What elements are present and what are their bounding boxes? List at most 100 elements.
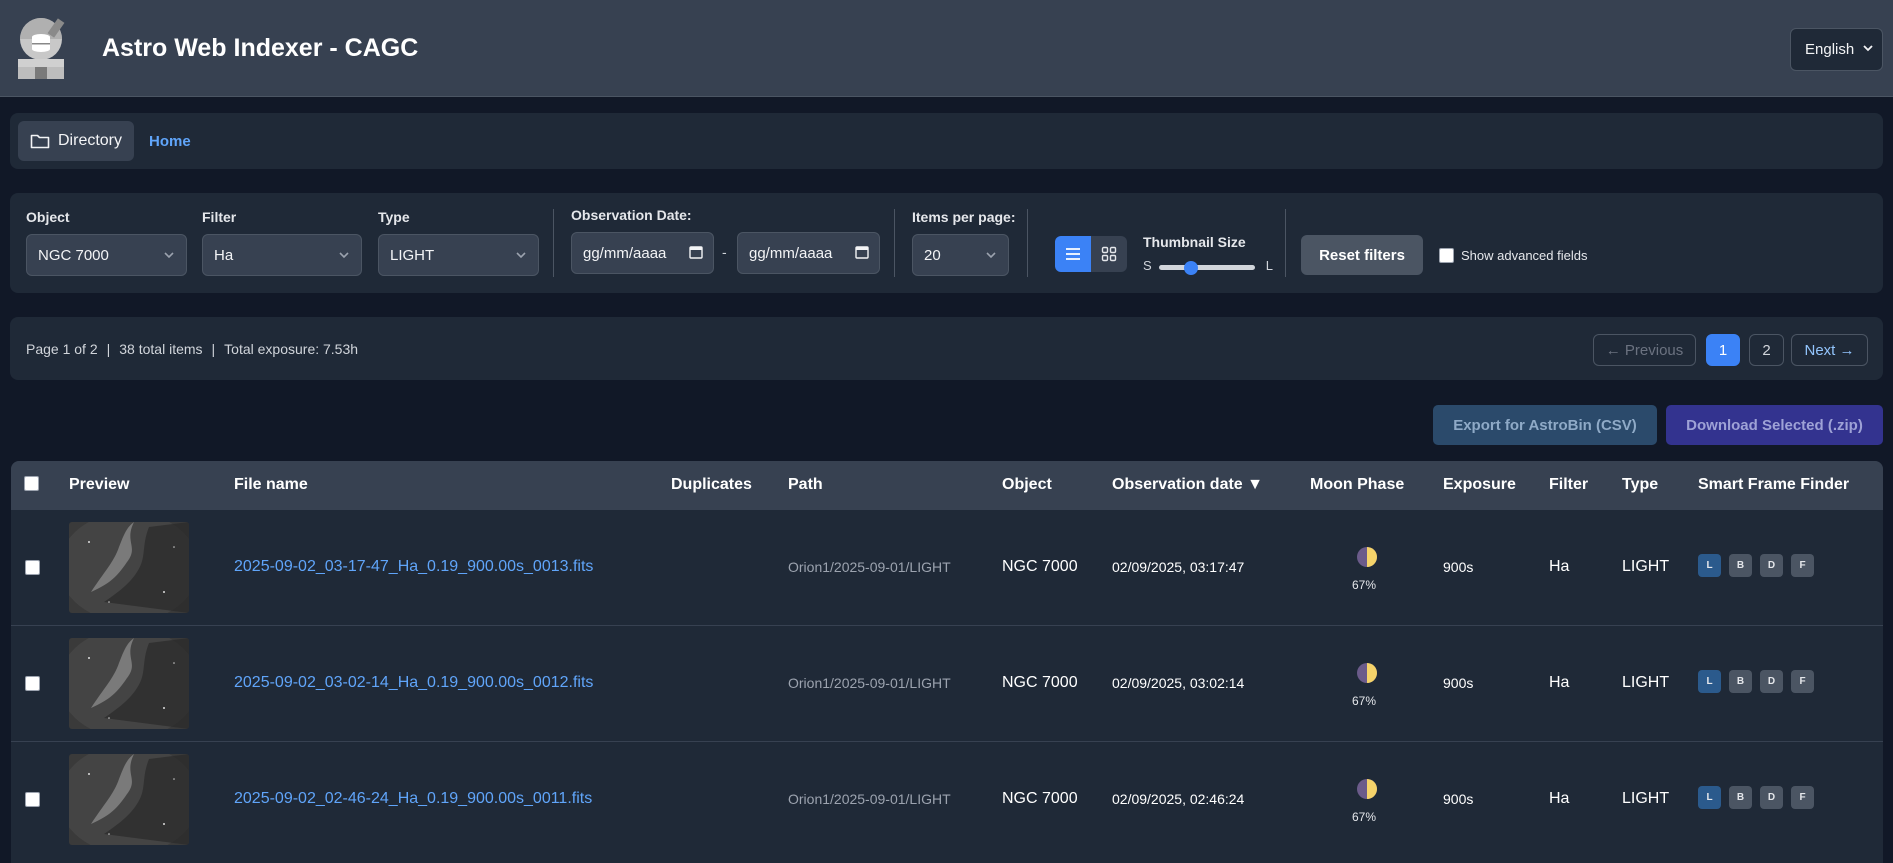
sff-flat-button[interactable]: F — [1791, 554, 1814, 577]
header-exposure[interactable]: Exposure — [1443, 476, 1516, 494]
header-file-name[interactable]: File name — [234, 476, 308, 494]
preview-thumbnail[interactable] — [69, 638, 189, 729]
moon-phase-percent: 67% — [1352, 578, 1377, 592]
moon-phase-icon — [1355, 778, 1379, 803]
object-name: NGC 7000 — [1002, 558, 1078, 575]
page-2-button[interactable]: 2 — [1749, 334, 1784, 366]
chevron-down-icon — [985, 248, 997, 265]
thumbnail-size-label: Thumbnail Size — [1143, 234, 1246, 250]
sff-light-button[interactable]: L — [1698, 554, 1721, 577]
filter-select-value: Ha — [214, 246, 234, 264]
row-checkbox[interactable] — [25, 676, 40, 691]
grid-icon — [1101, 246, 1117, 262]
sff-light-button[interactable]: L — [1698, 786, 1721, 809]
type-select[interactable]: LIGHT — [378, 234, 539, 276]
file-name-link[interactable]: 2025-09-02_03-02-14_Ha_0.19_900.00s_0012… — [234, 674, 593, 692]
type-value: LIGHT — [1622, 558, 1670, 575]
divider — [1285, 209, 1286, 277]
date-from-placeholder: gg/mm/aaaa — [583, 244, 667, 262]
separator: | — [211, 341, 216, 357]
header-observation-date[interactable]: Observation date ▼ — [1112, 476, 1263, 494]
file-name-link[interactable]: 2025-09-02_03-17-47_Ha_0.19_900.00s_0013… — [234, 558, 593, 576]
table-row: 2025-09-02_02-46-24_Ha_0.19_900.00s_0011… — [11, 741, 1883, 857]
advanced-fields-label: Show advanced fields — [1461, 248, 1588, 263]
header-filter[interactable]: Filter — [1549, 476, 1588, 494]
exposure-value: 900s — [1443, 559, 1474, 575]
filters-panel: Object NGC 7000 Filter Ha Type LIGHT Obs… — [10, 193, 1883, 293]
sff-dark-button[interactable]: D — [1760, 554, 1783, 577]
header-smart-frame-finder: Smart Frame Finder — [1698, 476, 1850, 493]
observation-date: 02/09/2025, 03:02:14 — [1112, 675, 1245, 691]
header-duplicates[interactable]: Duplicates — [671, 476, 752, 494]
sff-bias-button[interactable]: B — [1729, 786, 1752, 809]
next-page-button[interactable]: Next → — [1791, 334, 1868, 366]
export-astrobin-button[interactable]: Export for AstroBin (CSV) — [1433, 405, 1657, 445]
show-advanced-toggle[interactable]: Show advanced fields — [1439, 248, 1587, 263]
items-per-page-select[interactable]: 20 — [912, 234, 1009, 276]
smart-frame-finder-buttons: L B D F — [1698, 670, 1814, 693]
slider-handle[interactable] — [1183, 261, 1198, 275]
chevron-down-icon — [163, 248, 175, 265]
row-checkbox[interactable] — [25, 792, 40, 807]
sff-flat-button[interactable]: F — [1791, 786, 1814, 809]
total-items: 38 total items — [119, 341, 203, 357]
filter-select[interactable]: Ha — [202, 234, 362, 276]
header-preview: Preview — [69, 476, 130, 493]
previous-page-button[interactable]: ← Previous — [1593, 334, 1696, 366]
list-icon — [1066, 248, 1080, 260]
header-object[interactable]: Object — [1002, 476, 1052, 494]
header-moon-phase[interactable]: Moon Phase — [1310, 476, 1404, 494]
file-path: Orion1/2025-09-01/LIGHT — [788, 675, 951, 691]
observation-date-label: Observation Date: — [571, 207, 692, 223]
header-type[interactable]: Type — [1622, 476, 1658, 494]
object-name: NGC 7000 — [1002, 790, 1078, 807]
sff-dark-button[interactable]: D — [1760, 670, 1783, 693]
file-name-link[interactable]: 2025-09-02_02-46-24_Ha_0.19_900.00s_0011… — [234, 790, 592, 808]
list-view-button[interactable] — [1055, 236, 1091, 272]
filter-label: Filter — [202, 209, 237, 225]
preview-thumbnail[interactable] — [69, 754, 189, 845]
object-label: Object — [26, 209, 70, 225]
directory-button[interactable]: Directory — [18, 121, 135, 161]
select-all-checkbox[interactable] — [24, 476, 39, 491]
header-path[interactable]: Path — [788, 476, 823, 494]
separator: | — [106, 341, 111, 357]
calendar-icon — [855, 245, 869, 263]
filter-value: Ha — [1549, 674, 1570, 691]
file-path: Orion1/2025-09-01/LIGHT — [788, 559, 951, 575]
sff-bias-button[interactable]: B — [1729, 670, 1752, 693]
download-selected-button[interactable]: Download Selected (.zip) — [1666, 405, 1883, 445]
sff-flat-button[interactable]: F — [1791, 670, 1814, 693]
date-to-input[interactable]: gg/mm/aaaa — [737, 232, 880, 274]
page-1-button[interactable]: 1 — [1706, 334, 1740, 366]
app-title: Astro Web Indexer - CAGC — [102, 33, 419, 62]
thumbnail-size-slider[interactable]: S L — [1143, 258, 1273, 276]
total-exposure: Total exposure: 7.53h — [224, 341, 359, 357]
language-select[interactable]: English — [1790, 28, 1883, 71]
moon-phase-icon — [1355, 662, 1379, 687]
pagination-bar: Page 1 of 2 | 38 total items | Total exposur… — [10, 317, 1883, 380]
row-checkbox[interactable] — [25, 560, 40, 575]
preview-thumbnail[interactable] — [69, 522, 189, 613]
slider-track[interactable] — [1159, 261, 1255, 275]
breadcrumb-home-link[interactable]: Home — [149, 133, 191, 150]
reset-filters-button[interactable]: Reset filters — [1301, 235, 1423, 275]
object-select[interactable]: NGC 7000 — [26, 234, 187, 276]
items-per-page-label: Items per page: — [912, 209, 1016, 225]
divider — [894, 209, 895, 277]
observation-date: 02/09/2025, 02:46:24 — [1112, 791, 1245, 807]
pagination-info: Page 1 of 2 | 38 total items | Total exposur… — [26, 341, 358, 357]
date-from-input[interactable]: gg/mm/aaaa — [571, 232, 714, 274]
filter-value: Ha — [1549, 790, 1570, 807]
chevron-down-icon — [515, 248, 527, 265]
table-header: Preview File name Duplicates Path Object… — [11, 461, 1883, 509]
sff-light-button[interactable]: L — [1698, 670, 1721, 693]
exposure-value: 900s — [1443, 791, 1474, 807]
object-select-value: NGC 7000 — [38, 246, 109, 264]
sff-dark-button[interactable]: D — [1760, 786, 1783, 809]
advanced-fields-checkbox[interactable] — [1439, 248, 1454, 263]
moon-phase-percent: 67% — [1352, 694, 1377, 708]
grid-view-button[interactable] — [1091, 236, 1127, 272]
sff-bias-button[interactable]: B — [1729, 554, 1752, 577]
directory-label: Directory — [58, 132, 123, 149]
